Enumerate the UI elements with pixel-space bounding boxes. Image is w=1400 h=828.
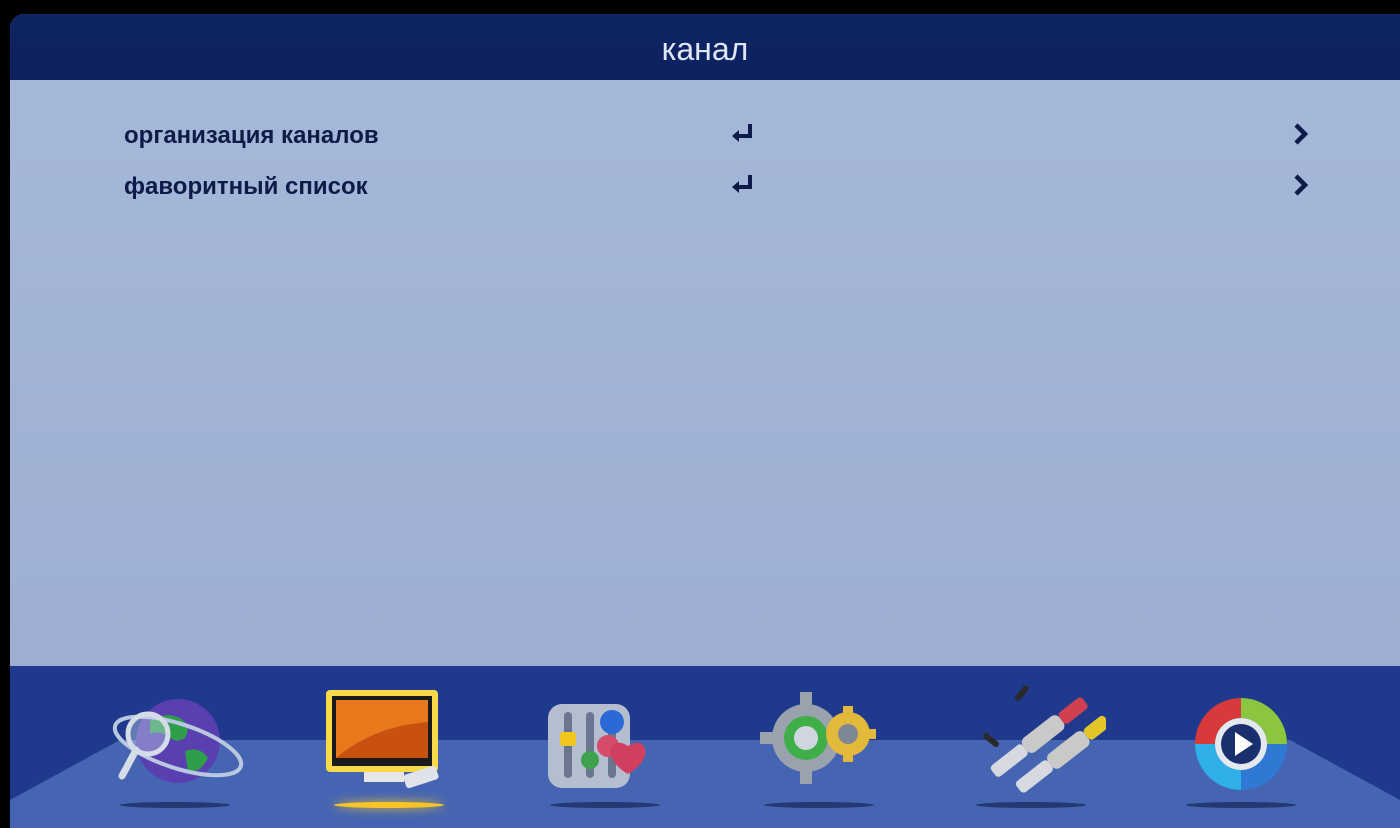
av-cables-icon (983, 685, 1110, 793)
dock-item-channel[interactable] (314, 686, 464, 816)
dock-item-preferences[interactable] (530, 686, 680, 816)
enter-icon (732, 175, 752, 193)
globe-search-icon (112, 699, 244, 783)
media-player-icon (1195, 698, 1287, 790)
equalizer-favorite-icon (548, 704, 646, 788)
dock-item-shadow (1186, 802, 1296, 808)
dock-item-search[interactable] (100, 686, 250, 816)
menu-item-favorite-list[interactable]: фаворитный список (10, 167, 1400, 207)
dock-item-shadow (976, 802, 1086, 808)
main-menu-dock (10, 666, 1400, 828)
dock-item-shadow (764, 802, 874, 808)
menu-panel: организация каналов фаворитный список (10, 80, 1400, 666)
menu-item-label: фаворитный список (124, 173, 368, 200)
chevron-right-icon (1294, 174, 1309, 196)
dock-item-shadow (550, 802, 660, 808)
menu-item-channel-organization[interactable]: организация каналов (10, 116, 1400, 156)
dock-item-av-settings[interactable] (956, 685, 1110, 816)
dock-item-media-player[interactable] (1166, 686, 1316, 816)
dock-item-highlight (334, 802, 444, 808)
page-title: канал (10, 14, 1400, 80)
dock-item-settings[interactable] (744, 686, 894, 816)
dock-item-shadow (120, 802, 230, 808)
enter-icon (732, 124, 752, 142)
gears-settings-icon (760, 692, 876, 784)
menu-item-label: организация каналов (124, 122, 379, 149)
tv-channel-icon (326, 690, 439, 789)
channel-menu-screen: канал организация каналов фаворитный спи… (10, 14, 1400, 828)
chevron-right-icon (1294, 123, 1309, 145)
